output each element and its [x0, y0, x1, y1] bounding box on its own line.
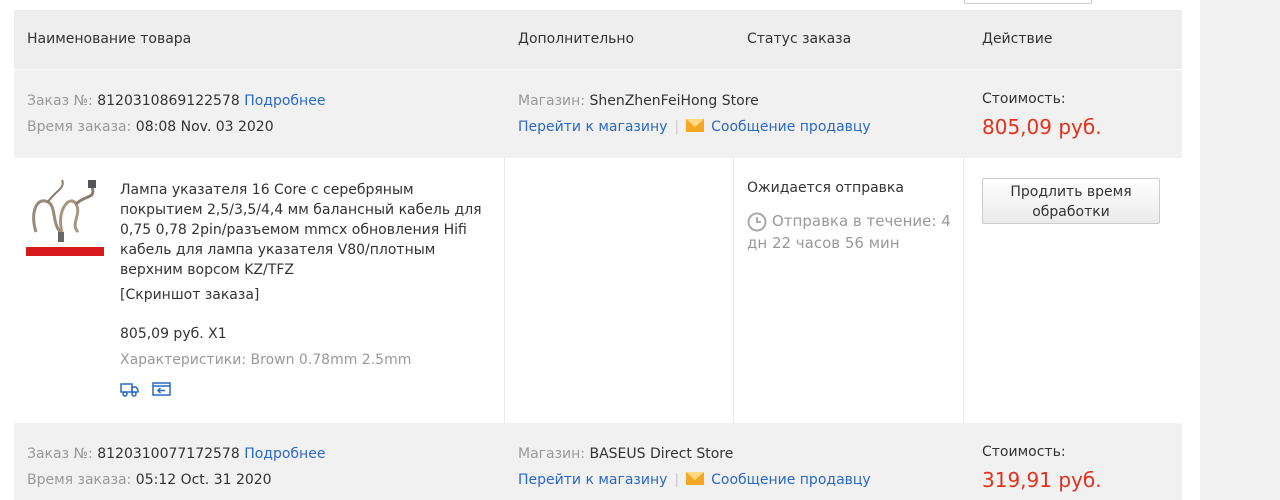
product-title-link[interactable]: Лампа указателя 16 Core с серебряным пок…: [120, 180, 500, 280]
cost-label: Стоимость:: [982, 444, 1066, 460]
order-details-link[interactable]: Подробнее: [244, 93, 325, 109]
order-number-line: Заказ №: 8120310869122578 Подробнее: [27, 93, 325, 109]
item-characteristics: Характеристики: Brown 0.78mm 2.5mm: [120, 352, 412, 368]
store-name: ShenZhenFeiHong Store: [589, 93, 759, 109]
column-header-action: Действие: [982, 31, 1053, 47]
store-line: Магазин: BASEUS Direct Store: [518, 446, 733, 462]
column-divider: [963, 158, 964, 423]
return-icon[interactable]: [152, 381, 171, 397]
order-time: 08:08 Nov. 03 2020: [135, 119, 274, 135]
store-label: Магазин:: [518, 446, 586, 462]
extend-processing-button[interactable]: Продлить время обработки: [982, 178, 1160, 224]
store-actions: Перейти к магазину | Сообщение продавцу: [518, 472, 871, 488]
order-number-label: Заказ №:: [27, 446, 93, 462]
button-label-line: Продлить время: [1010, 184, 1132, 200]
store-name: BASEUS Direct Store: [589, 446, 734, 462]
order-header: Заказ №: 8120310077172578 Подробнее Врем…: [14, 423, 1182, 500]
order-cost: 805,09 руб.: [982, 115, 1102, 139]
product-title-line: Лампа указателя 16 Core с серебряным: [120, 182, 414, 198]
clock-icon: [747, 212, 767, 232]
order-status: Ожидается отправка: [747, 180, 904, 196]
envelope-icon[interactable]: [686, 472, 705, 485]
order-time-label: Время заказа:: [27, 472, 132, 488]
product-title-line: кабель для лампа указателя V80/плотным: [120, 242, 436, 258]
store-actions: Перейти к магазину | Сообщение продавцу: [518, 119, 871, 135]
column-divider: [504, 158, 505, 423]
message-seller-link[interactable]: Сообщение продавцу: [711, 472, 871, 488]
product-title-line: покрытием 2,5/3,5/4,4 мм балансный кабел…: [120, 202, 482, 218]
page-background-gutter: [1200, 0, 1280, 500]
goto-store-link[interactable]: Перейти к магазину: [518, 472, 667, 488]
column-header-additional: Дополнительно: [518, 31, 635, 47]
cost-label: Стоимость:: [982, 91, 1066, 107]
store-line: Магазин: ShenZhenFeiHong Store: [518, 93, 759, 109]
separator: |: [674, 472, 680, 488]
item-price-quantity: 805,09 руб. X1: [120, 326, 227, 342]
goto-store-link[interactable]: Перейти к магазину: [518, 119, 667, 135]
order-number-line: Заказ №: 8120310077172578 Подробнее: [27, 446, 325, 462]
order-details-link[interactable]: Подробнее: [244, 446, 325, 462]
column-header-status: Статус заказа: [747, 31, 852, 47]
orders-panel: Наименование товара Дополнительно Статус…: [0, 0, 1200, 500]
product-title-line: 0,75 0,78 2pin/разъемом mmcx обновления …: [120, 222, 467, 238]
message-seller-link[interactable]: Сообщение продавцу: [711, 119, 871, 135]
envelope-icon[interactable]: [686, 119, 705, 132]
top-dropdown[interactable]: [964, 0, 1092, 4]
delivery-truck-icon[interactable]: [120, 381, 139, 397]
table-header: Наименование товара Дополнительно Статус…: [14, 10, 1182, 69]
order-time-line: Время заказа: 05:12 Oct. 31 2020: [27, 472, 272, 488]
product-title-line: верхним ворсом KZ/TFZ: [120, 262, 294, 278]
order-item-row: Лампа указателя 16 Core с серебряным пок…: [14, 158, 1182, 423]
order-number-label: Заказ №:: [27, 93, 93, 109]
column-divider: [733, 158, 734, 423]
order-number: 8120310077172578: [97, 446, 240, 462]
product-thumbnail[interactable]: [26, 174, 104, 256]
order-time: 05:12 Oct. 31 2020: [135, 472, 272, 488]
order-number: 8120310869122578: [97, 93, 240, 109]
order-time-label: Время заказа:: [27, 119, 132, 135]
thumbnail-banner: [26, 247, 104, 256]
column-header-name: Наименование товара: [27, 31, 192, 47]
store-label: Магазин:: [518, 93, 586, 109]
separator: |: [674, 119, 680, 135]
order-header: Заказ №: 8120310869122578 Подробнее Врем…: [14, 70, 1182, 158]
shipping-countdown-line2: дн 22 часов 56 мин: [747, 234, 900, 252]
cable-image: [32, 179, 96, 242]
shipping-countdown-line1: Отправка в течение: 4: [772, 212, 951, 230]
order-snapshot-link[interactable]: [Скриншот заказа]: [120, 287, 259, 303]
order-cost: 319,91 руб.: [982, 468, 1102, 492]
order-time-line: Время заказа: 08:08 Nov. 03 2020: [27, 119, 274, 135]
button-label-line: обработки: [1032, 204, 1110, 220]
